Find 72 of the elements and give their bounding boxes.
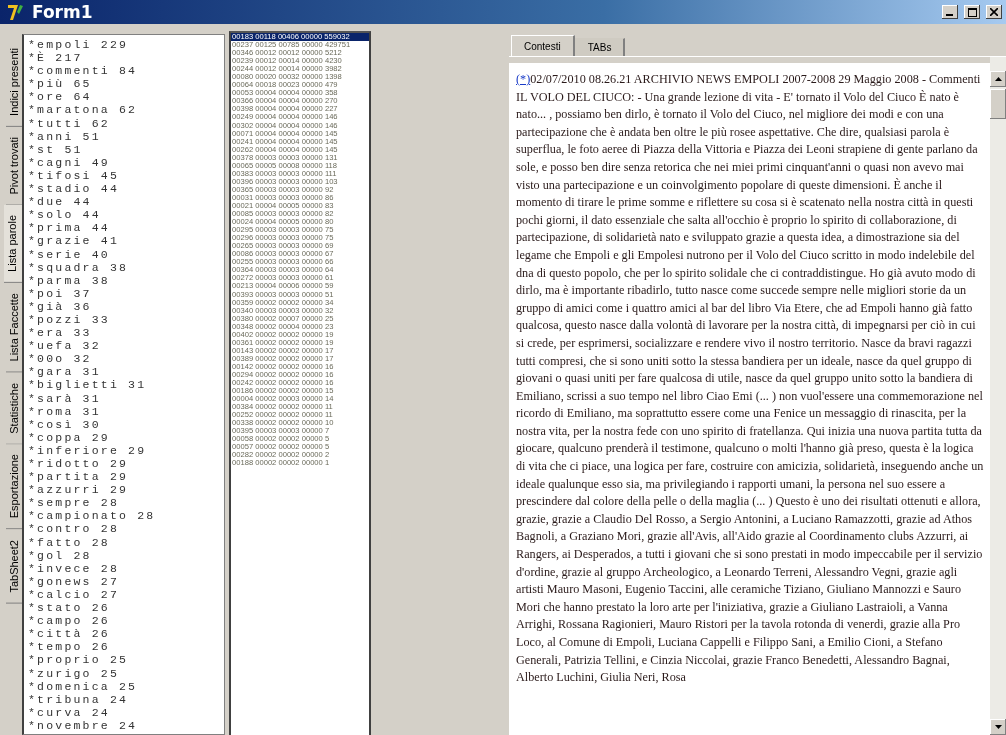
- word-item[interactable]: *squadra 38: [28, 260, 129, 274]
- word-item[interactable]: *gara 31: [28, 365, 101, 379]
- word-item[interactable]: *empoli 229: [28, 38, 129, 52]
- word-item[interactable]: *partita 29: [28, 470, 129, 484]
- word-item[interactable]: *inferiore 29: [28, 443, 147, 457]
- word-item[interactable]: *ridotto 29: [28, 457, 129, 471]
- word-item[interactable]: *parma 38: [28, 273, 110, 287]
- word-item[interactable]: *gol 28: [28, 548, 92, 562]
- word-item[interactable]: *roma 31: [28, 404, 101, 418]
- word-item[interactable]: *anni 51: [28, 129, 101, 143]
- maximize-button[interactable]: [964, 5, 980, 19]
- context-link[interactable]: (*): [516, 72, 531, 86]
- word-item[interactable]: *stadio 44: [28, 182, 119, 196]
- up-arrow-icon: [994, 77, 1002, 81]
- word-item[interactable]: *invece 28: [28, 561, 119, 575]
- word-item[interactable]: *gonews 27: [28, 574, 119, 588]
- side-tab[interactable]: Lista parole: [4, 205, 22, 284]
- window-title: Form1: [32, 2, 94, 22]
- down-arrow-icon: [994, 725, 1002, 729]
- scroll-down-button[interactable]: [990, 719, 1006, 735]
- word-item[interactable]: *novembre 24: [28, 718, 138, 732]
- word-item[interactable]: *città 26: [28, 627, 110, 641]
- article-text: (*)02/07/2010 08.26.21 ARCHIVIO NEWS EMPOLI 2007-2008 29 Maggio 2008 - Commenti IL VOLO DEL CIUCO: - Una grande lezione di vita - E' tornato il Volo del Ciuco È nato è nato... , possiamo ben dirlo, è tornato il Volo del Ciuco, nel migliore dei modi e con una partecipazione che è andata ben oltre le più rosee aspettative. Che dire, qualsiasi parola è superflua, le foto aeree di Piazza della Vittoria e Piazza dei Leoni strapiene di gente parlano da sole, e posso ben dire senza retorica che nei miei primi cinquant'anni o quasi non avevo mai visto una partecipazione e un coinvolgimento popolare di queste dimensioni. È anche il momento di tirare le prime somme e riflettere su cosa si è scatenato nella nostra città in questi pochi giorni, il dato essenziale che salta all'occhio è proprio lo spirito di collaborazione, di partecipazione, di solidarietà nato e sviluppato grazie a questa idea, a dimostrazione sia del legame che Empoli e gli Empolesi nutrono per il Volo del Ciuco scritto in modo indelebile del dna di questo popolo, che per lo spirito solidale che ci contraddistingue. Ho già avuto modo di dirlo, ma è importante ribadirlo, tutto nasce come succede sempre nelle migliori storie da un gruppo di amici come i quattro amici al bar del libro Via Etere, che ad Empoli hanno già fatto qualcosa, questo nasce dalla volontà di lavorare per la nostra città, di impegnarsi per ciò in cui si crede, per esprimersi, socializzare e rendere vivo il nostro territorio. Nasce da bravi ragazzi tutti compresi, che si sono uniti sotto la stessa bandiera per un ideale, nasce da quel gruppo di giovani o quasi uniti per fare qualcosa di utile, nasce da quel gruppo unito sotto la bandiera di Emiliano, scrissi a suo tempo nel libro Ciao Emi (... ) non vuol'essere una commemorazione nel ricordo di Emiliano, ma soprattutto essere come una Fenice un messaggio di rinascita, per la nostra vita, per la nostra fede con uno spirito di fratellanza. Qui inizia una nuova partita tutta da giocare, qualcuno prenderà il testimone, qualcuno o molti l'hanno già preso, questa è la logica di vita che ci piace, una logica per fare, costruire con amicizia, solidarietà, inseguendo anche un ideale qualunque esso sia, ma privilegiando i rapporti umani, la persona nel suo essere a prescindere dal colore della pelle o della maglia (... ) Questo è uno dei risultati ottenuti e allora, grazie, grazie a Claudio Del Rosso, a Sergio Antonini, a Luciano Ramazzotti, grazie ad Athos Bagnoli, a Graziano Mori, grazie all'Avis, all'Aido grazie al Coordinamento clubs Azzurri, ai Rangers, ai Desperados, a tutti i giovani che si sono prestati in modo impeccabile per il servizio d'ordine, grazie al gruppo Archeologico, a Leonardo Terreni, Alessandro Vegni, grazie agli artisti Mauro Masoni, Eugenio Taccini, alle ceramiche Tiziano, Giuliano Mannozzi e Sauro Mori che hanno prestato la loro arte per l'iniziativa, grazie a Giuliano Lastraioli, a Vanna Arrighi, Rossana Ragionieri, Mauro Ristori per la tavola rotonda di venerdi, grazie alla Pro Loco, al Comune di Empoli, Luciana Cappelli e Filippo Sani, a Emilio Cioni, a Stefano Generali, Patrizia Tellini, e Cinzia Niccolai, grazie Franco Benedetti, Alessandro Bagnai, Alberto Luchini, Giulia Neri, Rosa: [516, 71, 984, 687]
- scroll-up-button[interactable]: [990, 71, 1006, 87]
- close-button[interactable]: [986, 5, 1002, 19]
- word-item[interactable]: *così 30: [28, 417, 101, 431]
- word-item[interactable]: *grazie 41: [28, 234, 119, 248]
- word-item[interactable]: *cagni 49: [28, 155, 110, 169]
- minimize-button[interactable]: [942, 5, 958, 19]
- word-item[interactable]: *maratona 62: [28, 103, 138, 117]
- word-item[interactable]: *sempre 28: [28, 496, 119, 510]
- word-item[interactable]: *calcio 27: [28, 587, 119, 602]
- word-item[interactable]: *commenti 84: [28, 64, 138, 78]
- word-item[interactable]: *più 65: [28, 77, 92, 91]
- word-item[interactable]: *contro 28: [28, 522, 119, 536]
- word-item[interactable]: *campionato 28: [28, 509, 156, 523]
- word-item[interactable]: *domenica 25: [28, 679, 138, 693]
- word-item[interactable]: *prima 44: [28, 221, 110, 235]
- word-item[interactable]: *poi 37: [28, 286, 92, 300]
- word-item[interactable]: *proprio 25: [28, 653, 129, 667]
- word-item[interactable]: *tribuna 24: [28, 692, 129, 706]
- word-item[interactable]: *zurigo 25: [28, 666, 119, 680]
- word-item[interactable]: *coppa 29: [28, 430, 110, 444]
- word-item[interactable]: *00o 32: [28, 352, 92, 366]
- word-item[interactable]: *azzurri 29: [28, 483, 129, 497]
- word-item[interactable]: *solo 44: [28, 208, 101, 222]
- word-item[interactable]: *serie 40: [28, 247, 110, 261]
- word-item[interactable]: *curva 24: [28, 705, 110, 719]
- app-logo-icon: [6, 2, 26, 22]
- scroll-thumb[interactable]: [990, 89, 1006, 119]
- word-item[interactable]: *biglietti 31: [28, 378, 147, 392]
- content-tab[interactable]: TABs: [574, 38, 626, 56]
- word-item[interactable]: *fatto 28: [28, 535, 110, 549]
- close-icon: [990, 8, 998, 16]
- word-item[interactable]: *È 217: [28, 51, 83, 65]
- word-item[interactable]: *già 36: [28, 299, 92, 313]
- word-item[interactable]: *campo 26: [28, 614, 110, 628]
- word-item[interactable]: *tempo 26: [28, 640, 110, 654]
- word-item[interactable]: *stato 26: [28, 601, 110, 615]
- maximize-icon: [967, 7, 977, 17]
- word-item[interactable]: *tifosi 45: [28, 168, 119, 183]
- word-item[interactable]: *era 33: [28, 326, 92, 340]
- word-item[interactable]: *pozzi 33: [28, 312, 110, 327]
- word-item[interactable]: *sarà 31: [28, 391, 101, 405]
- scrollbar[interactable]: [990, 57, 1006, 735]
- content-tab[interactable]: Contesti: [511, 35, 575, 56]
- word-item[interactable]: *due 44: [28, 195, 92, 209]
- word-item[interactable]: *uefa 32: [28, 339, 101, 353]
- word-item[interactable]: *tutti 62: [28, 116, 110, 130]
- word-item[interactable]: *ore 64: [28, 90, 92, 104]
- word-item[interactable]: *st 51: [28, 142, 83, 156]
- side-tab[interactable]: Esportazione: [6, 444, 22, 530]
